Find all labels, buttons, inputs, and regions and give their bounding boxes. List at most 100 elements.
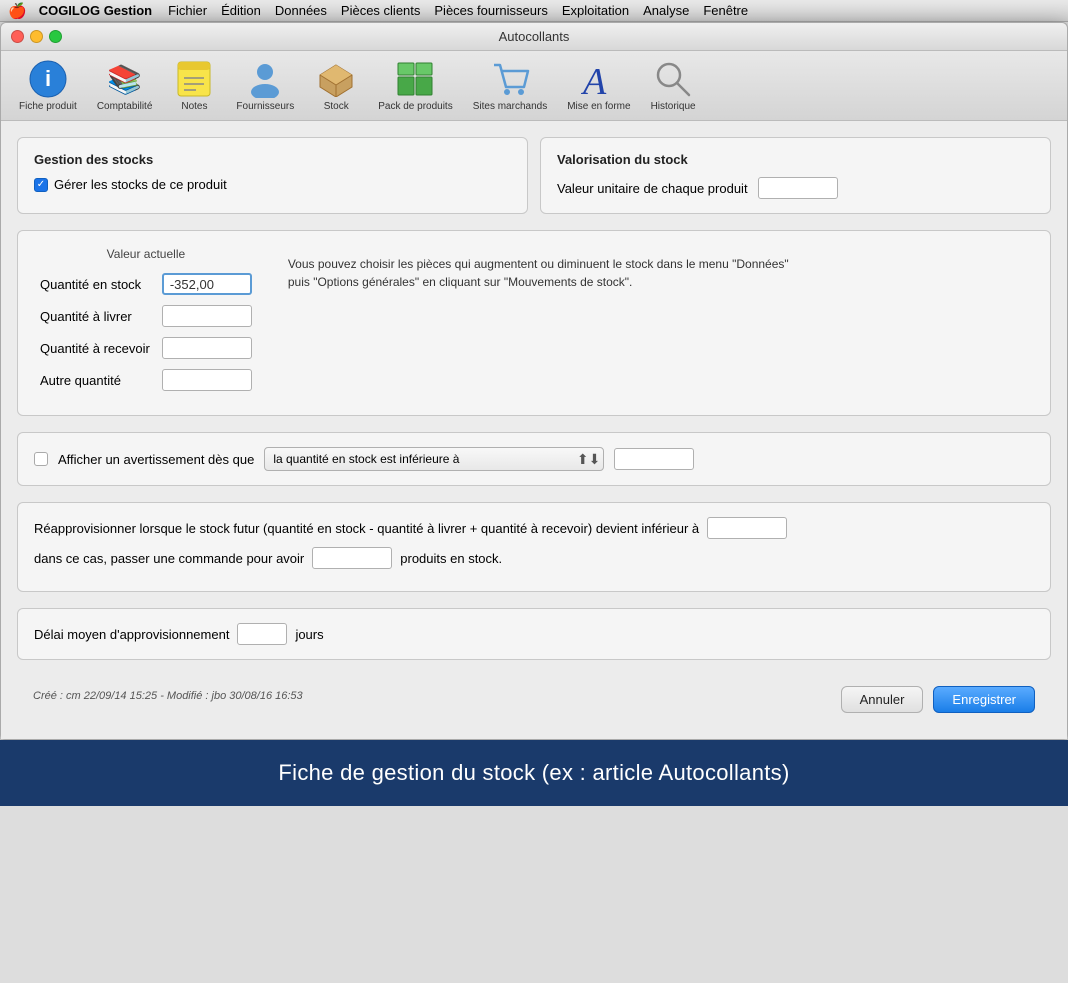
reappro-text1: Réapprovisionner lorsque le stock futur …	[34, 521, 699, 536]
warning-section: Afficher un avertissement dès que la qua…	[17, 432, 1051, 486]
toolbar-fiche-produit[interactable]: i Fiche produit	[11, 55, 85, 116]
qty-row-recevoir: Quantité à recevoir	[34, 335, 258, 361]
warning-label: Afficher un avertissement dès que	[58, 452, 254, 467]
close-button[interactable]	[11, 30, 24, 43]
valeur-unitaire-label: Valeur unitaire de chaque produit	[557, 181, 748, 196]
menu-analyse[interactable]: Analyse	[643, 3, 689, 18]
qty-livrer-input[interactable]	[162, 305, 252, 327]
maximize-button[interactable]	[49, 30, 62, 43]
reappro-row-2: dans ce cas, passer une commande pour av…	[34, 547, 1034, 569]
toolbar: i Fiche produit 📚 Comptabilité Notes	[1, 51, 1067, 121]
toolbar-historique[interactable]: Historique	[643, 55, 704, 116]
reappro-text3: produits en stock.	[400, 551, 502, 566]
titlebar: Autocollants	[1, 23, 1067, 51]
toolbar-sites-label: Sites marchands	[473, 101, 547, 112]
valeur-unitaire-input[interactable]	[758, 177, 838, 199]
window-controls	[11, 30, 62, 43]
quantites-section: Valeur actuelle Quantité en stock Quanti…	[17, 230, 1051, 416]
caption-bar: Fiche de gestion du stock (ex : article …	[0, 740, 1068, 806]
cancel-button[interactable]: Annuler	[841, 686, 924, 713]
person-icon	[245, 59, 285, 99]
save-button[interactable]: Enregistrer	[933, 686, 1035, 713]
menu-exploitation[interactable]: Exploitation	[562, 3, 629, 18]
window-title: Autocollants	[499, 29, 570, 44]
gerer-stocks-row: ✓ Gérer les stocks de ce produit	[34, 177, 511, 192]
delai-input[interactable]	[237, 623, 287, 645]
notes-icon	[174, 59, 214, 99]
box-icon	[316, 59, 356, 99]
content-area: Gestion des stocks ✓ Gérer les stocks de…	[1, 121, 1067, 739]
toolbar-historique-label: Historique	[651, 101, 696, 112]
main-window: Autocollants i Fiche produit 📚 Comptabil…	[0, 22, 1068, 740]
menu-pieces-clients[interactable]: Pièces clients	[341, 3, 420, 18]
qty-recevoir-input[interactable]	[162, 337, 252, 359]
menu-donnees[interactable]: Données	[275, 3, 327, 18]
qty-autre-label: Autre quantité	[34, 367, 156, 393]
toolbar-comptabilite[interactable]: 📚 Comptabilité	[89, 55, 161, 116]
menu-fichier[interactable]: Fichier	[168, 3, 207, 18]
toolbar-fournisseurs-label: Fournisseurs	[236, 101, 294, 112]
info-text: Vous pouvez choisir les pièces qui augme…	[288, 247, 808, 399]
toolbar-mise-en-forme-label: Mise en forme	[567, 101, 630, 112]
toolbar-sites-marchands[interactable]: Sites marchands	[465, 55, 555, 116]
info-icon: i	[28, 59, 68, 99]
qty-stock-input[interactable]	[162, 273, 252, 295]
valeur-actuelle-header: Valeur actuelle	[34, 247, 258, 265]
app-name[interactable]: COGILOG Gestion	[39, 3, 152, 18]
warning-threshold-input[interactable]	[614, 448, 694, 470]
toolbar-stock-label: Stock	[324, 101, 349, 112]
menubar: 🍎 COGILOG Gestion Fichier Édition Donnée…	[0, 0, 1068, 22]
toolbar-fiche-produit-label: Fiche produit	[19, 101, 77, 112]
toolbar-notes[interactable]: Notes	[164, 55, 224, 116]
status-bar: Créé : cm 22/09/14 15:25 - Modifié : jbo…	[17, 686, 319, 710]
gestion-stocks-title: Gestion des stocks	[34, 152, 511, 167]
footer-buttons: Annuler Enregistrer	[825, 676, 1051, 719]
gerer-stocks-checkbox[interactable]: ✓	[34, 178, 48, 192]
toolbar-pack-de-produits[interactable]: Pack de produits	[370, 55, 461, 116]
menu-edition[interactable]: Édition	[221, 3, 261, 18]
toolbar-fournisseurs[interactable]: Fournisseurs	[228, 55, 302, 116]
svg-text:i: i	[45, 66, 51, 91]
top-sections: Gestion des stocks ✓ Gérer les stocks de…	[17, 137, 1051, 214]
apple-menu[interactable]: 🍎	[8, 2, 27, 20]
qty-livrer-label: Quantité à livrer	[34, 303, 156, 329]
qty-row-stock: Quantité en stock	[34, 271, 258, 297]
delai-section: Délai moyen d'approvisionnement jours	[17, 608, 1051, 660]
books-icon: 📚	[105, 59, 145, 99]
qty-autre-input[interactable]	[162, 369, 252, 391]
qty-row-livrer: Quantité à livrer	[34, 303, 258, 329]
reappro-threshold-input[interactable]	[707, 517, 787, 539]
toolbar-notes-label: Notes	[181, 101, 207, 112]
delai-label: Délai moyen d'approvisionnement	[34, 627, 229, 642]
font-icon: A	[579, 59, 619, 99]
warning-dropdown-wrapper: la quantité en stock est inférieure à la…	[264, 447, 604, 471]
reappro-section: Réapprovisionner lorsque le stock futur …	[17, 502, 1051, 592]
reappro-row-1: Réapprovisionner lorsque le stock futur …	[34, 517, 1034, 539]
pack-icon	[395, 59, 435, 99]
caption-text: Fiche de gestion du stock (ex : article …	[278, 760, 789, 785]
menu-pieces-fournisseurs[interactable]: Pièces fournisseurs	[434, 3, 547, 18]
qty-stock-label: Quantité en stock	[34, 271, 156, 297]
toolbar-mise-en-forme[interactable]: A Mise en forme	[559, 55, 638, 116]
cart-icon	[490, 59, 530, 99]
reappro-qty-input[interactable]	[312, 547, 392, 569]
qty-recevoir-label: Quantité à recevoir	[34, 335, 156, 361]
qty-rows-table: Quantité en stock Quantité à livrer Quan…	[34, 265, 258, 399]
svg-text:A: A	[581, 61, 607, 98]
warning-dropdown[interactable]: la quantité en stock est inférieure à la…	[264, 447, 604, 471]
gerer-stocks-label: Gérer les stocks de ce produit	[54, 177, 227, 192]
quantites-table: Valeur actuelle Quantité en stock Quanti…	[34, 247, 258, 399]
toolbar-pack-label: Pack de produits	[378, 101, 453, 112]
reappro-text2: dans ce cas, passer une commande pour av…	[34, 551, 304, 566]
valorisation-title: Valorisation du stock	[557, 152, 1034, 167]
qty-row-autre: Autre quantité	[34, 367, 258, 393]
menu-fenetre[interactable]: Fenêtre	[703, 3, 748, 18]
toolbar-comptabilite-label: Comptabilité	[97, 101, 153, 112]
delai-unit: jours	[295, 627, 323, 642]
search-icon	[653, 59, 693, 99]
toolbar-stock[interactable]: Stock	[306, 55, 366, 116]
minimize-button[interactable]	[30, 30, 43, 43]
warning-checkbox[interactable]	[34, 452, 48, 466]
gestion-stocks-section: Gestion des stocks ✓ Gérer les stocks de…	[17, 137, 528, 214]
valorisation-stock-section: Valorisation du stock Valeur unitaire de…	[540, 137, 1051, 214]
